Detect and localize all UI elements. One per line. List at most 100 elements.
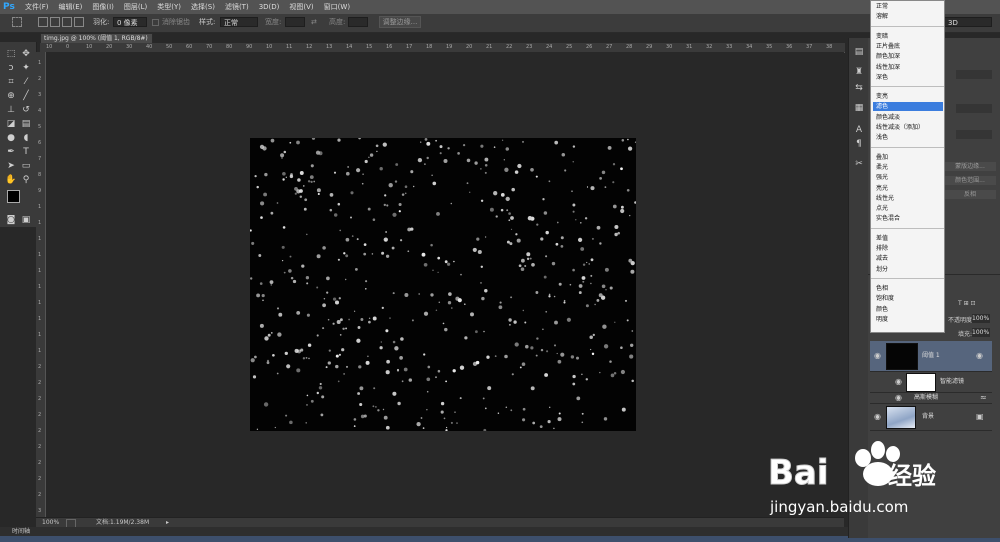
new-selection-icon[interactable]	[38, 17, 48, 27]
menu-item[interactable]: 3D(D)	[254, 0, 285, 14]
adjust-panel-icon[interactable]: ⇆	[853, 82, 865, 94]
blend-mode-option[interactable]: 明度	[873, 315, 943, 324]
magic-wand-tool-icon[interactable]: ✦	[20, 62, 32, 74]
screen-mode-icon[interactable]: ▣	[20, 214, 32, 226]
properties-panel-icon[interactable]: ♜	[853, 66, 865, 78]
lasso-tool-icon[interactable]: ↄ	[5, 62, 17, 74]
filter-options-icon[interactable]: ≈	[980, 394, 990, 402]
smart-filter-eye-icon[interactable]: ◉	[895, 378, 905, 386]
type-tool-icon[interactable]: T	[20, 146, 32, 158]
blur-tool-icon[interactable]: ●	[5, 132, 17, 144]
menu-item[interactable]: 窗口(W)	[319, 0, 355, 14]
menu-item[interactable]: 视图(V)	[284, 0, 318, 14]
path-selection-tool-icon[interactable]: ➤	[5, 160, 17, 172]
dodge-tool-icon[interactable]: ◖	[20, 132, 32, 144]
blend-mode-option[interactable]: 变暗	[873, 32, 943, 41]
eraser-tool-icon[interactable]: ◪	[5, 118, 17, 130]
menu-item[interactable]: 图层(L)	[119, 0, 152, 14]
blend-mode-option[interactable]: 颜色加深	[873, 52, 943, 61]
menu-item[interactable]: 文件(F)	[20, 0, 54, 14]
blend-mode-option[interactable]: 溶解	[873, 12, 943, 21]
blend-mode-option[interactable]: 点光	[873, 204, 943, 213]
add-selection-icon[interactable]	[50, 17, 60, 27]
history-panel-icon[interactable]: ▤	[853, 46, 865, 58]
blend-mode-option[interactable]: 颜色减淡	[873, 113, 943, 122]
layer-row-threshold[interactable]: ◉ 阈值 1 ◉	[870, 341, 992, 372]
color-range-button[interactable]: 颜色范围...	[944, 176, 996, 185]
foreground-color-swatch[interactable]	[7, 190, 20, 203]
blend-mode-option[interactable]: 排除	[873, 244, 943, 253]
brush-tool-icon[interactable]: ╱	[20, 90, 32, 102]
paragraph-panel-icon[interactable]: ¶	[853, 138, 865, 150]
blend-mode-option[interactable]: 划分	[873, 265, 943, 274]
subtract-selection-icon[interactable]	[62, 17, 72, 27]
refine-edge-button[interactable]: 调整边缘...	[379, 16, 421, 28]
menu-item[interactable]: 图像(I)	[87, 0, 119, 14]
workspace-select[interactable]: 3D	[944, 17, 992, 27]
blend-mode-option[interactable]: 正片叠底	[873, 42, 943, 51]
blend-mode-option[interactable]: 线性减淡（添加）	[873, 123, 943, 132]
marquee-tool-icon[interactable]: ⬚	[5, 48, 17, 60]
panel-field-3[interactable]	[956, 130, 992, 139]
visibility-eye-icon[interactable]: ◉	[874, 352, 884, 360]
style-select[interactable]: 正常	[220, 17, 258, 27]
blend-mode-option[interactable]: 差值	[873, 234, 943, 243]
tools-preset-icon[interactable]: ✂	[853, 158, 865, 170]
blend-mode-option[interactable]: 线性加深	[873, 63, 943, 72]
blend-mode-dropdown[interactable]: 正常 溶解变暗 正片叠底 颜色加深线性加深 深色变亮 滤色 颜色减淡 线性减淡（添加） 浅色叠加…	[870, 0, 945, 333]
clone-stamp-tool-icon[interactable]: ⊥	[5, 104, 17, 116]
document-image[interactable]	[249, 136, 637, 432]
intersect-selection-icon[interactable]	[74, 17, 84, 27]
pen-tool-icon[interactable]: ✒	[5, 146, 17, 158]
marquee-preset-icon[interactable]	[12, 17, 22, 27]
width-input[interactable]	[285, 17, 305, 27]
eyedropper-tool-icon[interactable]: ⁄	[20, 76, 32, 88]
blend-mode-option[interactable]: 颜色	[873, 305, 943, 314]
opacity-input[interactable]: 100%	[972, 314, 990, 323]
crop-tool-icon[interactable]: ⌗	[5, 76, 17, 88]
blend-mode-option[interactable]: 滤色	[873, 102, 943, 112]
blend-mode-option[interactable]: 亮光	[873, 184, 943, 193]
feather-input[interactable]: 0 像素	[113, 17, 147, 27]
layer-row-gaussian-blur[interactable]: ◉ 高斯模糊 ≈	[870, 393, 992, 404]
layer-filter-icons[interactable]: T ⊞ ⊡	[958, 300, 976, 307]
zoom-tool-icon[interactable]: ⚲	[20, 174, 32, 186]
blend-mode-option[interactable]: 正常	[873, 2, 943, 11]
blend-mode-option[interactable]: 柔光	[873, 163, 943, 172]
rectangle-tool-icon[interactable]: ▭	[20, 160, 32, 172]
blend-mode-option[interactable]: 色相	[873, 284, 943, 293]
menu-item[interactable]: 滤镜(T)	[220, 0, 254, 14]
layer-row-smart-filters[interactable]: ◉ 智能滤镜	[870, 372, 992, 393]
menu-item[interactable]: 选择(S)	[186, 0, 220, 14]
blend-mode-option[interactable]: 饱和度	[873, 294, 943, 303]
character-panel-icon[interactable]: A	[853, 124, 865, 136]
panel-field-2[interactable]	[956, 104, 992, 113]
blend-mode-option[interactable]: 线性光	[873, 194, 943, 203]
antialias-checkbox[interactable]	[152, 19, 159, 26]
invert-button[interactable]: 反相	[944, 190, 996, 199]
fill-input[interactable]: 100%	[972, 328, 990, 337]
history-brush-tool-icon[interactable]: ↺	[20, 104, 32, 116]
blend-mode-option[interactable]: 强光	[873, 173, 943, 182]
filter-eye-icon[interactable]: ◉	[895, 394, 905, 402]
layer-row-background[interactable]: ◉ 背景 ▣	[870, 404, 992, 431]
blend-mode-option[interactable]: 实色混合	[873, 214, 943, 223]
blend-mode-option[interactable]: 叠加	[873, 153, 943, 162]
menu-item[interactable]: 编辑(E)	[54, 0, 88, 14]
blend-mode-option[interactable]: 减去	[873, 254, 943, 263]
move-tool-icon[interactable]: ✥	[20, 48, 32, 60]
gradient-tool-icon[interactable]: ▤	[20, 118, 32, 130]
swap-icon[interactable]: ⇄	[311, 17, 317, 27]
blend-mode-option[interactable]: 深色	[873, 73, 943, 82]
height-input[interactable]	[348, 17, 368, 27]
panel-field-1[interactable]	[956, 70, 992, 79]
blend-mode-option[interactable]: 浅色	[873, 133, 943, 142]
blend-mode-option[interactable]: 变亮	[873, 92, 943, 101]
menu-item[interactable]: 类型(Y)	[152, 0, 186, 14]
brush-panel-icon[interactable]: ▦	[853, 102, 865, 114]
healing-tool-icon[interactable]: ⊕	[5, 90, 17, 102]
quick-mask-icon[interactable]: ◙	[5, 214, 17, 226]
visibility-eye-icon[interactable]: ◉	[874, 413, 884, 421]
mask-edge-button[interactable]: 蒙版边缘...	[944, 162, 996, 171]
hand-tool-icon[interactable]: ✋	[5, 174, 17, 186]
